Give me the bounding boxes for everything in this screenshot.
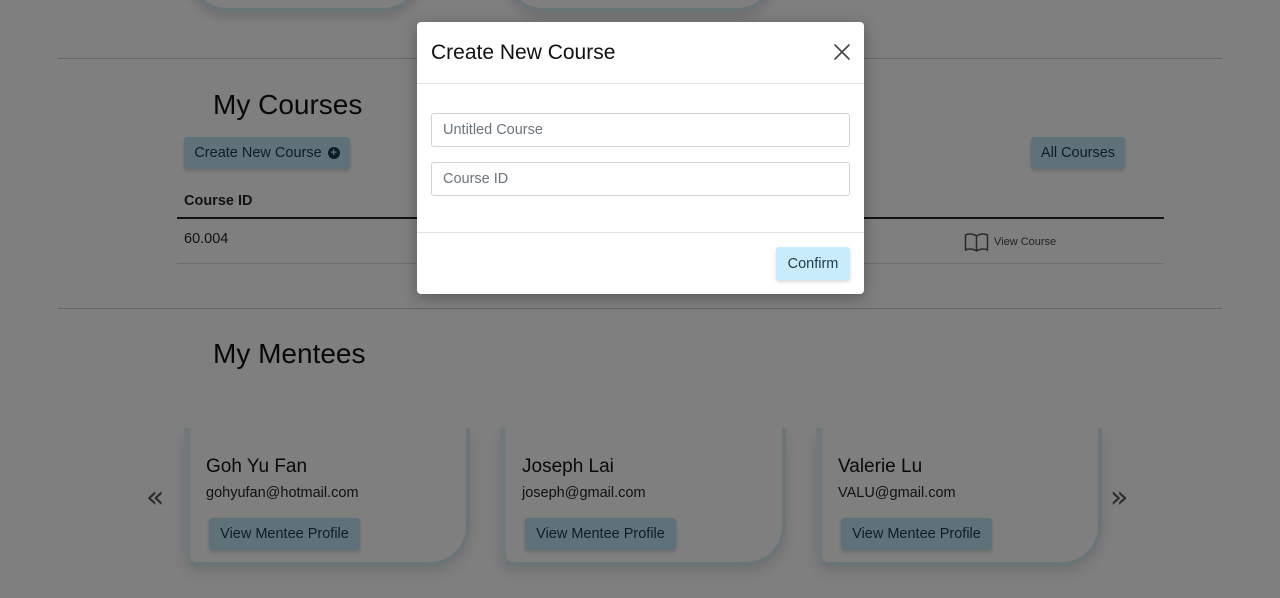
confirm-button[interactable]: Confirm <box>776 247 850 280</box>
modal-header: Create New Course <box>417 22 864 84</box>
modal-footer: Confirm <box>417 232 864 294</box>
modal-title: Create New Course <box>431 41 616 64</box>
course-name-input[interactable] <box>431 113 850 147</box>
close-icon[interactable] <box>830 40 854 64</box>
course-id-input[interactable] <box>431 162 850 196</box>
create-course-modal: Create New Course Confirm <box>417 22 864 294</box>
